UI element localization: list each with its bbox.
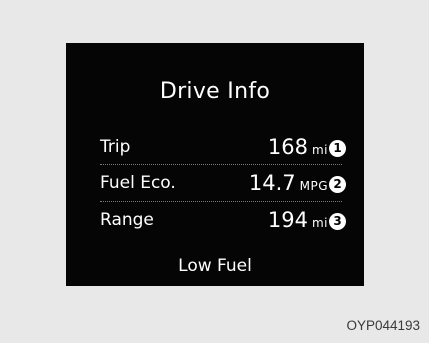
range-row: Range 194 mi 3 xyxy=(100,202,346,236)
low-fuel-warning: Low Fuel xyxy=(178,256,252,276)
trip-label: Trip xyxy=(100,137,131,157)
callout-marker-2: 2 xyxy=(329,176,346,193)
range-unit: mi xyxy=(311,216,328,230)
trip-value: 168 xyxy=(267,135,308,159)
figure-code: OYP044193 xyxy=(346,318,420,333)
callout-marker-3: 3 xyxy=(329,213,346,230)
fuel-economy-unit: MPG xyxy=(299,179,328,193)
callout-marker-1: 1 xyxy=(329,140,346,157)
fuel-economy-value: 14.7 xyxy=(248,171,296,195)
range-value: 194 xyxy=(267,208,308,232)
fuel-economy-label: Fuel Eco. xyxy=(100,173,176,193)
cluster-display: Drive Info Trip 168 mi 1 Fuel Eco. 14.7 MP… xyxy=(66,43,364,286)
range-label: Range xyxy=(100,210,154,230)
fuel-economy-row: Fuel Eco. 14.7 MPG 2 xyxy=(100,165,346,199)
trip-value-group: 168 mi xyxy=(268,135,328,159)
trip-unit: mi xyxy=(311,143,328,157)
drive-info-title: Drive Info xyxy=(159,79,271,104)
trip-row: Trip 168 mi 1 xyxy=(100,129,346,163)
fuel-economy-value-group: 14.7 MPG xyxy=(249,171,328,195)
range-value-group: 194 mi xyxy=(268,208,328,232)
